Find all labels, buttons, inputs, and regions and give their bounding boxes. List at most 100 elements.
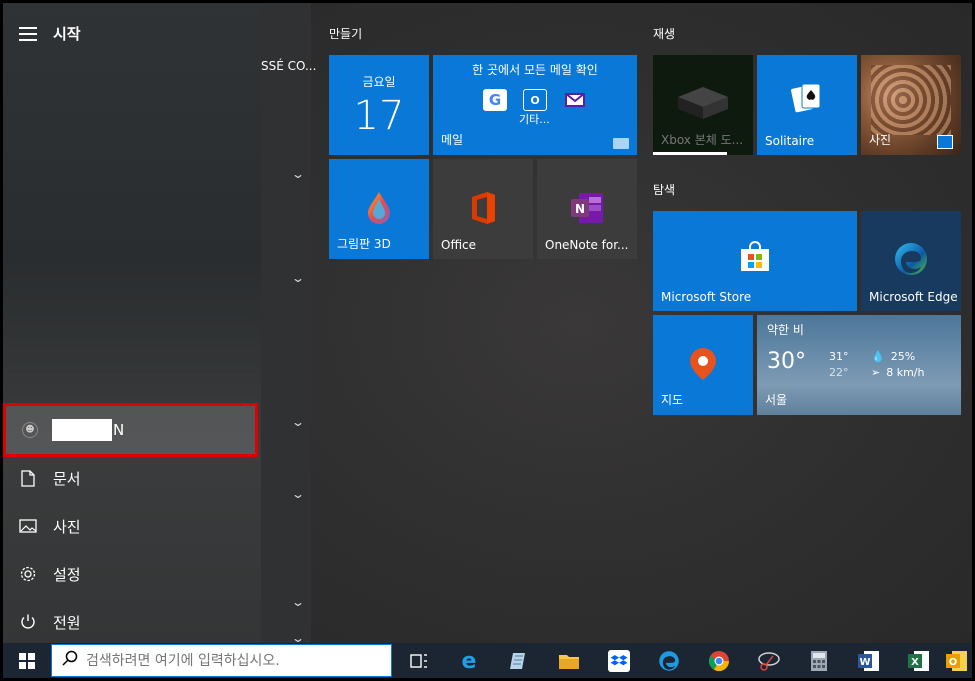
edge-taskbar-icon[interactable] bbox=[655, 647, 683, 675]
microsoft-edge-tile[interactable]: Microsoft Edge bbox=[861, 211, 961, 311]
sidebar-item-pictures[interactable]: 사진 bbox=[3, 502, 258, 550]
onenote-icon: N bbox=[571, 193, 603, 227]
weather-city: 서울 bbox=[765, 393, 788, 407]
map-pin-icon bbox=[689, 347, 717, 385]
word-icon[interactable]: W bbox=[855, 647, 883, 675]
store-tile-label: Microsoft Store bbox=[661, 290, 752, 304]
app-list-background bbox=[261, 3, 311, 643]
xbox-progress-bar bbox=[653, 152, 727, 155]
paint3d-icon bbox=[365, 191, 393, 229]
search-icon bbox=[62, 650, 78, 671]
document-icon bbox=[3, 469, 53, 487]
onenote-tile[interactable]: N OneNote for... bbox=[537, 159, 637, 259]
redacted-username bbox=[52, 419, 112, 441]
xbox-console-icon bbox=[673, 79, 733, 127]
notepad-app-icon[interactable] bbox=[505, 647, 533, 675]
photos-app-icon bbox=[937, 135, 953, 149]
chevron-down-icon[interactable]: ⌄ bbox=[291, 595, 305, 609]
weather-low: 22° bbox=[829, 366, 849, 379]
raindrop-icon: 💧 bbox=[871, 350, 885, 363]
snipping-tool-icon[interactable] bbox=[755, 647, 783, 675]
start-title: 시작 bbox=[53, 25, 81, 43]
edge-icon bbox=[893, 241, 929, 281]
paint3d-tile[interactable]: 그림판 3D bbox=[329, 159, 429, 259]
chevron-down-icon[interactable]: ⌄ bbox=[291, 487, 305, 501]
calendar-date: 17 bbox=[353, 93, 405, 139]
start-menu-window: 시작 ☻ N 문서 사진 설정 전원 SSÉ CO... ⌄ ⌄ ⌄ ⌄ ⌄ ⌄… bbox=[0, 0, 975, 681]
chevron-down-icon[interactable]: ⌄ bbox=[291, 415, 305, 429]
maps-tile[interactable]: 지도 bbox=[653, 315, 753, 415]
weather-temperature: 30° bbox=[767, 349, 806, 374]
outlook-taskbar-icon[interactable]: O bbox=[945, 647, 969, 675]
calendar-tile[interactable]: 금요일 17 bbox=[329, 55, 429, 155]
onenote-tile-label: OneNote for... bbox=[545, 238, 629, 252]
edge-tile-label: Microsoft Edge bbox=[869, 290, 958, 304]
wind-icon: ➢ bbox=[871, 366, 881, 379]
user-avatar-icon: ☻ bbox=[22, 422, 38, 438]
excel-icon[interactable]: X bbox=[905, 647, 933, 675]
sidebar-item-label: 문서 bbox=[53, 469, 81, 488]
chrome-icon[interactable] bbox=[705, 647, 733, 675]
sidebar-item-label: 사진 bbox=[53, 517, 81, 536]
sidebar-item-documents[interactable]: 문서 bbox=[3, 454, 258, 502]
weather-high: 31° bbox=[829, 350, 849, 363]
office-tile-label: Office bbox=[441, 238, 477, 252]
maps-tile-label: 지도 bbox=[661, 393, 684, 407]
group-title-play[interactable]: 재생 bbox=[653, 25, 675, 42]
group-title-create[interactable]: 만들기 bbox=[329, 25, 362, 42]
microsoft-store-tile[interactable]: Microsoft Store bbox=[653, 211, 857, 311]
weather-condition: 약한 비 bbox=[767, 323, 804, 337]
mail-more-text: 기타... bbox=[519, 113, 550, 126]
yahoo-mail-icon bbox=[563, 89, 587, 111]
sidebar-item-settings[interactable]: 설정 bbox=[3, 550, 258, 598]
mail-tile-label: 메일 bbox=[441, 133, 464, 147]
start-button[interactable] bbox=[3, 643, 51, 678]
search-input[interactable] bbox=[86, 652, 366, 669]
pictures-icon bbox=[3, 519, 53, 533]
sidebar-item-label: 전원 bbox=[53, 613, 81, 632]
user-account-item[interactable]: ☻ N bbox=[3, 403, 258, 457]
weather-extra: 💧 25% ➢ 8 km/h bbox=[871, 349, 924, 381]
chevron-down-icon[interactable]: ⌄ bbox=[291, 167, 305, 181]
dropbox-icon[interactable] bbox=[605, 647, 633, 675]
sidebar-item-label: 설정 bbox=[53, 565, 81, 584]
photos-coins-image bbox=[871, 65, 951, 135]
paint3d-tile-label: 그림판 3D bbox=[337, 237, 391, 251]
weather-high-low: 31° 22° bbox=[829, 349, 849, 381]
weather-wind: 8 km/h bbox=[886, 366, 925, 379]
mail-header: 한 곳에서 모든 메일 확인 bbox=[472, 63, 598, 77]
chevron-down-icon[interactable]: ⌄ bbox=[291, 271, 305, 285]
power-icon bbox=[3, 613, 53, 631]
windows-logo-icon bbox=[19, 652, 35, 669]
svg-text:W: W bbox=[859, 657, 870, 668]
google-icon: G bbox=[483, 89, 507, 111]
internet-explorer-icon[interactable]: e bbox=[455, 647, 483, 675]
svg-text:X: X bbox=[911, 657, 919, 668]
sidebar-item-power[interactable]: 전원 bbox=[3, 598, 258, 646]
office-icon bbox=[468, 191, 498, 229]
solitaire-cards-icon bbox=[790, 81, 824, 119]
outlook-icon: O bbox=[523, 89, 547, 111]
weather-tile[interactable]: 약한 비 30° 31° 22° 💧 25% ➢ 8 km/h 서울 bbox=[757, 315, 961, 415]
group-title-explore[interactable]: 탐색 bbox=[653, 181, 675, 198]
svg-text:N: N bbox=[575, 202, 585, 216]
settings-gear-icon bbox=[3, 565, 53, 583]
solitaire-tile[interactable]: Solitaire bbox=[757, 55, 857, 155]
photos-tile-label: 사진 bbox=[869, 133, 892, 147]
svg-text:O: O bbox=[949, 657, 958, 668]
calculator-icon[interactable] bbox=[805, 647, 833, 675]
xbox-console-tile[interactable]: Xbox 본체 도... bbox=[653, 55, 753, 155]
weather-precip: 25% bbox=[890, 350, 916, 363]
hamburger-menu-icon[interactable] bbox=[19, 27, 37, 41]
mail-envelope-icon bbox=[613, 138, 629, 149]
photos-tile[interactable]: 사진 bbox=[861, 55, 961, 155]
task-view-icon[interactable] bbox=[405, 647, 433, 675]
office-tile[interactable]: Office bbox=[433, 159, 533, 259]
solitaire-tile-label: Solitaire bbox=[765, 134, 815, 148]
app-list-entry-label[interactable]: SSÉ CO... bbox=[261, 59, 316, 73]
taskbar-search-box[interactable] bbox=[51, 644, 392, 677]
mail-tile[interactable]: 한 곳에서 모든 메일 확인 G O 기타... 메일 bbox=[433, 55, 637, 155]
store-bag-icon bbox=[739, 241, 771, 277]
calendar-day: 금요일 bbox=[362, 75, 396, 89]
file-explorer-icon[interactable] bbox=[555, 647, 583, 675]
